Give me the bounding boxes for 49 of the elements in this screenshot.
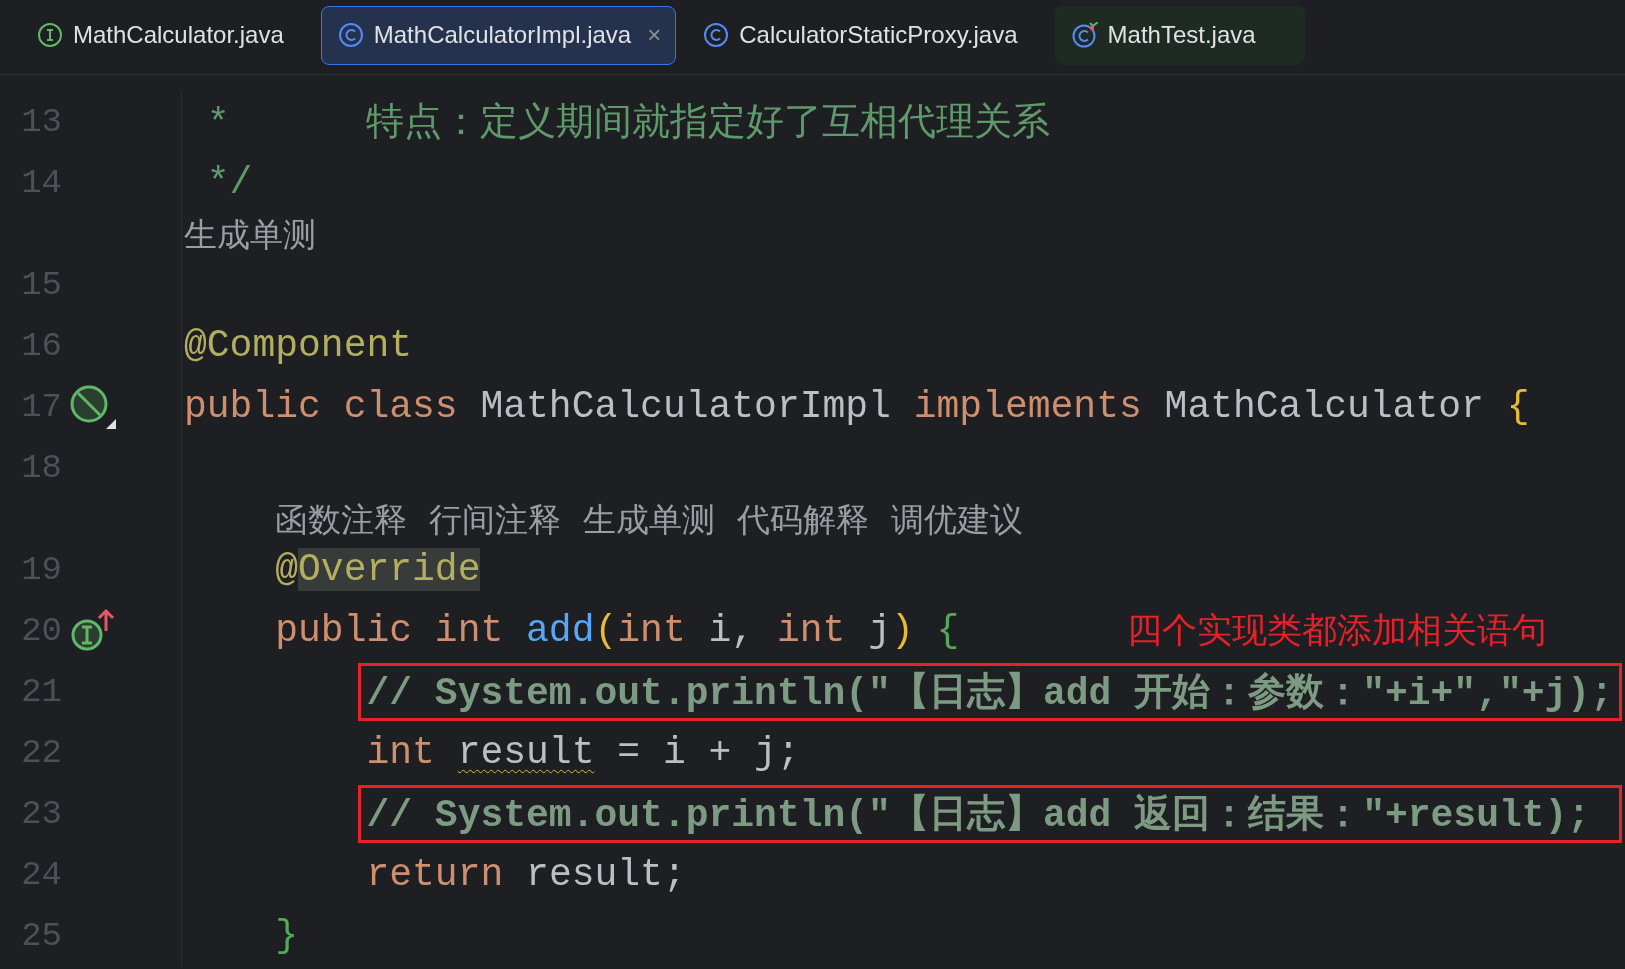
- interface-icon: [37, 22, 63, 48]
- code-token: Override: [298, 548, 481, 591]
- code-token: j: [868, 609, 891, 652]
- tab-label: MathCalculator.java: [73, 21, 284, 49]
- code-token: {: [936, 609, 960, 652]
- file-tab[interactable]: MathTest.java: [1054, 5, 1305, 65]
- code-vision-link[interactable]: 生成单测: [583, 498, 716, 543]
- close-button[interactable]: ×: [647, 21, 662, 49]
- annotation-note: 四个实现类都添加相关语句: [1127, 609, 1548, 652]
- test-class-icon: [1071, 22, 1098, 48]
- code-token: public class: [184, 385, 459, 428]
- code-token: i,: [708, 609, 756, 652]
- tab-label: MathCalculatorImpl.java: [373, 21, 632, 49]
- code-token: }: [275, 914, 299, 957]
- code-token: = i + j;: [616, 731, 800, 774]
- code-token: result: [457, 731, 595, 774]
- code-vision-link[interactable]: 生成单测: [184, 213, 316, 258]
- code-comment: */: [205, 161, 253, 204]
- code-token: public int: [275, 609, 505, 652]
- code-token: return: [366, 853, 505, 896]
- tab-label: CalculatorStaticProxy.java: [739, 21, 1018, 49]
- code-token: int: [776, 609, 847, 652]
- code-token: int: [617, 609, 687, 652]
- code-vision-link[interactable]: 调优建议: [891, 498, 1024, 543]
- tab-label: MathTest.java: [1107, 21, 1256, 49]
- code-comment: * 特点：定义期间就指定好了互相代理关系: [205, 101, 1051, 147]
- file-tab[interactable]: CalculatorStaticProxy.java: [686, 5, 1045, 65]
- code-comment: // System.out.println("【日志】add 返回：结果："+result);: [366, 792, 1591, 839]
- code-token: MathCalculatorImpl: [480, 385, 892, 428]
- code-token: @Component: [184, 324, 413, 367]
- class-icon: [337, 22, 364, 48]
- code-token: @: [275, 548, 299, 591]
- code-token: int: [366, 731, 436, 774]
- code-vision-link[interactable]: 函数注释: [275, 498, 408, 543]
- code-token: {: [1506, 385, 1530, 428]
- no-entry-icon[interactable]: [70, 384, 116, 429]
- code-token: add: [526, 609, 595, 652]
- code-token: result;: [526, 853, 686, 896]
- implements-icon[interactable]: [70, 608, 116, 653]
- code-comment: // System.out.println("【日志】add 开始：参数："+i+","+j);: [366, 670, 1613, 717]
- file-tab[interactable]: MathCalculatorImpl.java ×: [320, 5, 677, 65]
- code-token: ): [890, 609, 915, 652]
- code-token: MathCalculator: [1164, 385, 1485, 428]
- code-token: (: [594, 609, 618, 652]
- file-tab[interactable]: MathCalculator.java: [20, 5, 311, 65]
- code-vision-link[interactable]: 代码解释: [737, 498, 870, 543]
- class-icon: [703, 22, 730, 48]
- code-token: implements: [913, 385, 1143, 428]
- code-vision-link[interactable]: 行间注释: [429, 498, 562, 543]
